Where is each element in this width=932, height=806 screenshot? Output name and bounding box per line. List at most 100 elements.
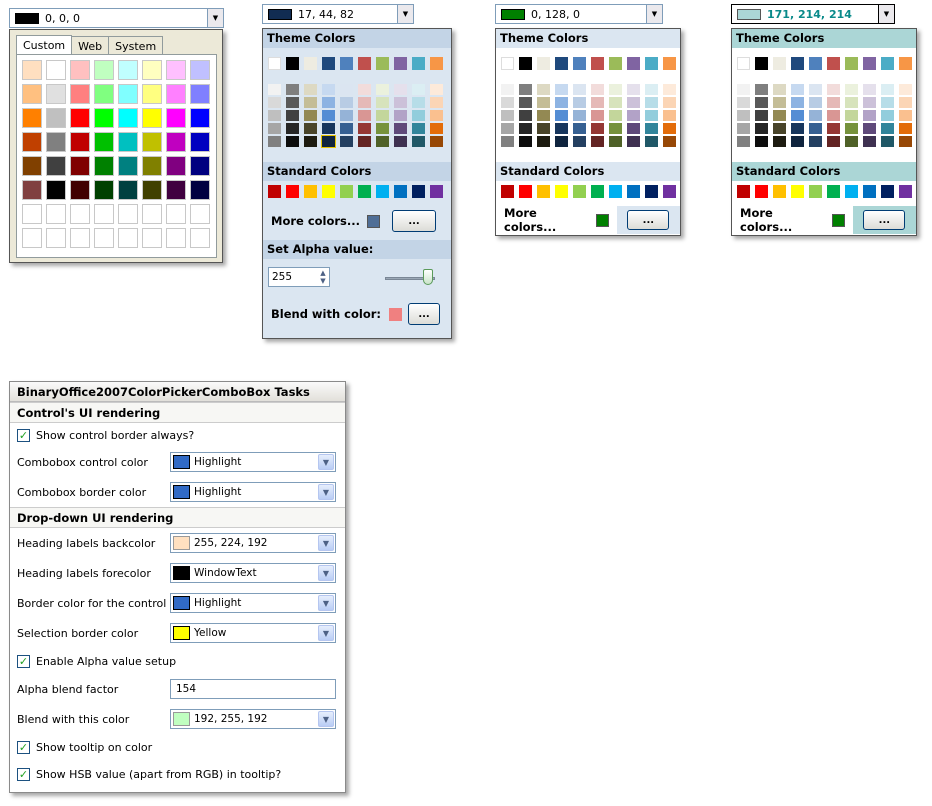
theme-shade-cell[interactable] [304,123,317,134]
theme-shade-cell[interactable] [268,123,281,134]
theme-shade-cell[interactable] [376,97,389,108]
theme-shade-cell[interactable] [573,136,586,147]
theme-shade-cell[interactable] [609,110,622,121]
chevron-down-icon[interactable]: ▼ [318,565,334,581]
theme-shade-cell[interactable] [609,136,622,147]
theme-shade-cell[interactable] [827,84,840,95]
theme-shade-cell[interactable] [899,110,912,121]
theme-shade-cell[interactable] [430,110,443,121]
theme-shade-cell[interactable] [863,123,876,134]
custom-color-cell[interactable] [94,132,114,152]
theme-shade-cell[interactable] [863,136,876,147]
theme-shade-cell[interactable] [268,110,281,121]
theme-shade-cell[interactable] [591,123,604,134]
theme-shade-cell[interactable] [537,97,550,108]
alpha-spinner[interactable]: 255 ▲ ▼ [268,267,330,287]
theme-shade-cell[interactable] [627,123,640,134]
theme-shade-cell[interactable] [430,136,443,147]
theme-shade-cell[interactable] [899,136,912,147]
theme-shade-cell[interactable] [899,84,912,95]
theme-shade-cell[interactable] [809,84,822,95]
theme-shade-cell[interactable] [573,97,586,108]
custom-color-cell[interactable] [94,156,114,176]
theme-shade-cell[interactable] [268,97,281,108]
theme-shade-cell[interactable] [791,84,804,95]
custom-color-cell[interactable] [166,228,186,248]
theme-shade-cell[interactable] [645,136,658,147]
theme-shade-cell[interactable] [286,110,299,121]
custom-color-cell[interactable] [70,156,90,176]
theme-shade-cell[interactable] [591,136,604,147]
standard-color-cell[interactable] [268,185,281,198]
color-combo-4[interactable]: 171, 214, 214 ▼ [731,4,895,24]
standard-color-cell[interactable] [755,185,768,198]
theme-shade-cell[interactable] [663,84,676,95]
border-ctrl-select[interactable]: Highlight ▼ [170,593,336,613]
theme-shade-cell[interactable] [304,84,317,95]
theme-color-cell[interactable] [322,57,335,70]
custom-color-cell[interactable] [70,84,90,104]
more-colors-button[interactable]: ... [627,210,670,230]
standard-color-cell[interactable] [899,185,912,198]
theme-color-cell[interactable] [899,57,912,70]
theme-shade-cell[interactable] [881,84,894,95]
theme-shade-cell[interactable] [845,84,858,95]
theme-shade-cell[interactable] [609,123,622,134]
theme-shade-cell[interactable] [412,110,425,121]
theme-shade-cell[interactable] [845,136,858,147]
custom-color-cell[interactable] [22,108,42,128]
theme-shade-cell[interactable] [412,123,425,134]
theme-shade-cell[interactable] [881,97,894,108]
theme-shade-cell[interactable] [899,123,912,134]
standard-color-cell[interactable] [645,185,658,198]
theme-shade-cell[interactable] [591,110,604,121]
custom-color-cell[interactable] [46,156,66,176]
color-combo-1[interactable]: 0, 0, 0 ▼ [9,8,224,28]
chevron-down-icon[interactable]: ▼ [318,454,334,470]
tab-system[interactable]: System [109,36,164,55]
theme-shade-cell[interactable] [430,97,443,108]
theme-shade-cell[interactable] [755,136,768,147]
custom-color-cell[interactable] [118,84,138,104]
theme-shade-cell[interactable] [412,136,425,147]
alpha-slider-thumb[interactable] [423,269,433,285]
theme-shade-cell[interactable] [286,97,299,108]
theme-shade-cell[interactable] [809,123,822,134]
theme-shade-cell[interactable] [412,84,425,95]
theme-color-cell[interactable] [609,57,622,70]
custom-color-cell[interactable] [118,60,138,80]
theme-shade-cell[interactable] [881,136,894,147]
theme-shade-cell[interactable] [755,123,768,134]
theme-shade-cell[interactable] [827,136,840,147]
theme-shade-cell[interactable] [591,84,604,95]
custom-color-cell[interactable] [46,132,66,152]
custom-color-cell[interactable] [190,108,210,128]
head-fore-select[interactable]: WindowText ▼ [170,563,336,583]
theme-color-cell[interactable] [591,57,604,70]
theme-color-cell[interactable] [358,57,371,70]
dropdown-arrow-icon[interactable]: ▼ [397,5,413,23]
standard-color-cell[interactable] [519,185,532,198]
theme-color-cell[interactable] [863,57,876,70]
theme-shade-cell[interactable] [899,97,912,108]
standard-color-cell[interactable] [412,185,425,198]
custom-color-cell[interactable] [46,228,66,248]
custom-color-cell[interactable] [22,180,42,200]
theme-shade-cell[interactable] [537,84,550,95]
custom-color-cell[interactable] [190,132,210,152]
theme-color-cell[interactable] [845,57,858,70]
theme-color-cell[interactable] [755,57,768,70]
theme-shade-cell[interactable] [773,136,786,147]
theme-shade-cell[interactable] [555,123,568,134]
custom-color-cell[interactable] [166,156,186,176]
custom-color-cell[interactable] [70,60,90,80]
theme-shade-cell[interactable] [501,97,514,108]
standard-color-cell[interactable] [376,185,389,198]
chevron-down-icon[interactable]: ▼ [318,711,334,727]
custom-color-cell[interactable] [118,108,138,128]
theme-shade-cell[interactable] [322,123,335,134]
combo-border-select[interactable]: Highlight ▼ [170,482,336,502]
theme-shade-cell[interactable] [737,110,750,121]
theme-shade-cell[interactable] [519,97,532,108]
custom-color-cell[interactable] [190,228,210,248]
